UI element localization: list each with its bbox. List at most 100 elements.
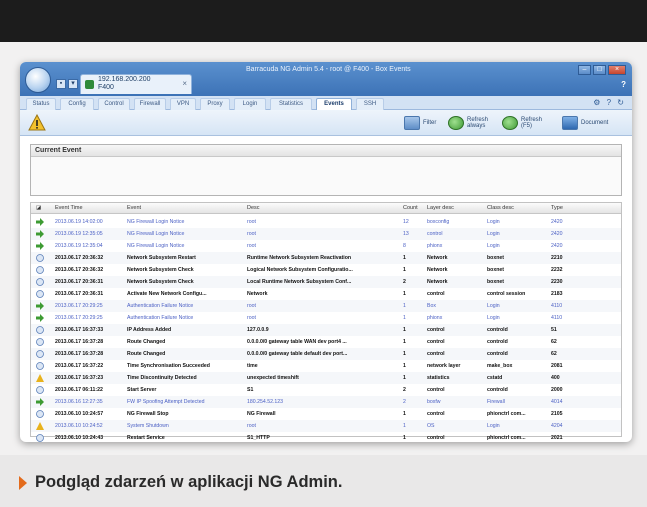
connection-ip: 192.168.200.200 (98, 76, 151, 83)
cell-desc: root (247, 231, 256, 237)
connection-tab[interactable]: 192.168.200.200 F400 × (80, 74, 192, 94)
cell-event: Activate New Network Configu... (127, 291, 207, 297)
cell-type: 2420 (551, 243, 563, 249)
refresh-always-button[interactable]: Refresh always (448, 114, 495, 132)
cell-count: 1 (403, 303, 406, 309)
events-toolbar: Filter Refresh always Refresh (F5) Docum… (20, 110, 632, 136)
cell-count: 1 (403, 351, 406, 357)
cell-count: 2 (403, 279, 406, 285)
cell-desc: root (247, 315, 256, 321)
cell-class: controld (487, 339, 508, 345)
cell-class: controld (487, 327, 508, 333)
title-bar: ▪ ▾ 192.168.200.200 F400 × Barracuda NG … (20, 62, 632, 96)
cell-class: Login (487, 219, 500, 225)
tab-config[interactable]: Config (60, 98, 94, 110)
refresh-always-icon (448, 116, 464, 130)
column-header-event-time[interactable]: Event Time (55, 205, 83, 211)
cell-time: 2013.06.17 16:37:28 (55, 339, 104, 345)
grid-header: ◪ Event Time Event Desc Count Layer desc Class… (31, 203, 621, 214)
table-row[interactable]: 2013.06.17 16:37:33 IP Address Added 127.0… (31, 324, 621, 336)
tab-ssh[interactable]: SSH (356, 98, 384, 110)
column-header-event[interactable]: Event (127, 205, 141, 211)
column-header-class-desc[interactable]: Class desc (487, 205, 514, 211)
minimize-icon[interactable]: – (578, 65, 591, 75)
help-icon[interactable]: ? (621, 80, 626, 89)
table-row[interactable]: 2013.06.17 20:29:25 Authentication Failur… (31, 300, 621, 312)
quick-access-icon[interactable]: ▪ (56, 79, 66, 89)
cell-event: Route Changed (127, 351, 166, 357)
filter-button[interactable]: Filter (404, 114, 436, 132)
refresh-button[interactable]: Refresh (F5) (502, 114, 547, 132)
column-header-type[interactable]: Type (551, 205, 563, 211)
tab-firewall[interactable]: Firewall (134, 98, 166, 110)
table-row[interactable]: 2013.06.10 10:24:52 System Shutdown root 1 O… (31, 420, 621, 432)
table-row[interactable]: 2013.06.19 12:35:04 NG Firewall Login Not… (31, 240, 621, 252)
maximize-icon[interactable]: □ (593, 65, 606, 75)
cell-layer: phionx (427, 243, 443, 249)
cell-event: Authentication Failure Notice (127, 315, 194, 321)
arrow-right-icon (36, 314, 44, 322)
cell-event: System Shutdown (127, 423, 169, 429)
table-row[interactable]: 2013.06.10 10:24:57 NG Firewall Stop NG Fi… (31, 408, 621, 420)
caption-arrow-icon (19, 475, 27, 490)
tab-proxy[interactable]: Proxy (200, 98, 230, 110)
column-header-layer-desc[interactable]: Layer desc (427, 205, 454, 211)
arrow-right-icon (36, 398, 44, 406)
table-row[interactable]: 2013.06.17 16:37:28 Route Changed 0.0.0.0/… (31, 336, 621, 348)
table-row[interactable]: 2013.06.17 20:36:32 Network Subsystem Res… (31, 252, 621, 264)
cell-layer: control (427, 339, 445, 345)
table-row[interactable]: 2013.06.17 20:36:31 Network Subsystem Che… (31, 276, 621, 288)
table-row[interactable]: 2013.06.16 12:27:35 FW IP Spoofing Attemp… (31, 396, 621, 408)
table-row[interactable]: 2013.06.10 10:24:43 Restart Service S1_HTT… (31, 432, 621, 442)
cell-count: 1 (403, 363, 406, 369)
quick-access-dropdown-icon[interactable]: ▾ (68, 79, 78, 89)
info-icon (36, 338, 44, 346)
table-row[interactable]: 2013.06.17 06:11:22 Start Server S1 2 contro… (31, 384, 621, 396)
cell-type: 51 (551, 327, 557, 333)
tab-control[interactable]: Control (98, 98, 130, 110)
cell-count: 1 (403, 327, 406, 333)
cell-desc: Logical Network Subsystem Configuratio..… (247, 267, 353, 273)
table-row[interactable]: 2013.06.17 20:36:32 Network Subsystem Che… (31, 264, 621, 276)
tab-events[interactable]: Events (316, 98, 352, 110)
table-row[interactable]: 2013.06.17 16:37:23 Time Discontinuity De… (31, 372, 621, 384)
cell-event: NG Firewall Login Notice (127, 243, 185, 249)
ribbon-tools-icons[interactable]: ⚙ ? ↻ (593, 98, 626, 107)
cell-type: 2420 (551, 231, 563, 237)
app-logo-icon[interactable] (25, 67, 51, 93)
cell-layer: Network (427, 255, 448, 261)
cell-class: boxnet (487, 267, 505, 273)
column-header-count[interactable]: Count (403, 205, 418, 211)
current-event-title: Current Event (31, 145, 621, 157)
refresh-icon (502, 116, 518, 130)
cell-event: NG Firewall Login Notice (127, 231, 185, 237)
arrow-right-icon (36, 242, 44, 250)
table-row[interactable]: 2013.06.17 16:37:28 Route Changed 0.0.0.0/… (31, 348, 621, 360)
cell-count: 2 (403, 399, 406, 405)
document-button[interactable]: Document (562, 114, 608, 132)
tab-statistics[interactable]: Statistics (270, 98, 312, 110)
column-header-desc[interactable]: Desc (247, 205, 260, 211)
flag-column-icon[interactable]: ◪ (36, 205, 41, 211)
table-row[interactable]: 2013.06.19 12:35:05 NG Firewall Login Not… (31, 228, 621, 240)
warning-icon (36, 422, 44, 430)
cell-class: Login (487, 231, 500, 237)
cell-type: 4110 (551, 315, 563, 321)
cell-class: cstatd (487, 375, 503, 381)
cell-count: 1 (403, 315, 406, 321)
table-row[interactable]: 2013.06.17 20:29:25 Authentication Failur… (31, 312, 621, 324)
figure-caption: Podgląd zdarzeń w aplikacji NG Admin. (19, 473, 342, 492)
tab-login[interactable]: Login (234, 98, 266, 110)
arrow-right-icon (36, 230, 44, 238)
cell-count: 1 (403, 339, 406, 345)
tab-vpn[interactable]: VPN (170, 98, 196, 110)
warning-icon[interactable] (28, 114, 46, 132)
close-window-icon[interactable]: × (608, 65, 626, 75)
tab-status[interactable]: Status (26, 98, 56, 110)
cell-time: 2013.06.17 16:37:28 (55, 351, 104, 357)
cell-layer: Network (427, 267, 448, 273)
table-row[interactable]: 2013.06.17 20:36:31 Activate New Network … (31, 288, 621, 300)
table-row[interactable]: 2013.06.17 16:37:22 Time Synchronisation … (31, 360, 621, 372)
close-icon[interactable]: × (182, 79, 187, 88)
table-row[interactable]: 2013.06.19 14:02:00 NG Firewall Login Not… (31, 216, 621, 228)
